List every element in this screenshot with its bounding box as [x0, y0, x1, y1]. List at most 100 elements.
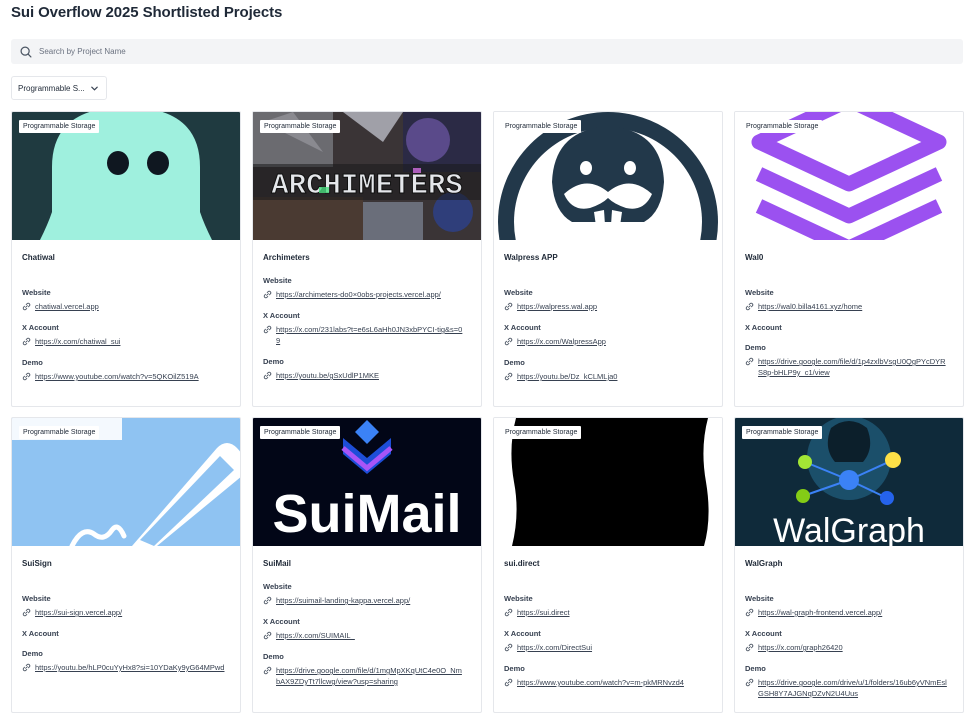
website-link[interactable]: https://walpress.wal.app [517, 301, 707, 312]
link-icon [745, 608, 754, 617]
x-account-label: X Account [745, 629, 782, 638]
link-icon [504, 302, 513, 311]
project-title: SuiMail [263, 559, 292, 568]
project-card-walpress[interactable]: Programmable Storage Walpress APP Websit… [493, 111, 723, 407]
project-card-suimail[interactable]: SuiMail Programmable Storage SuiMail Web… [252, 417, 482, 713]
project-title: Wal0 [745, 253, 764, 262]
x-account-label: X Account [504, 629, 541, 638]
x-account-label: X Account [22, 629, 59, 638]
website-label: Website [504, 288, 533, 297]
website-link[interactable]: https://sui.direct [517, 607, 707, 618]
website-label: Website [504, 594, 533, 603]
website-link[interactable]: https://wal0.billa4161.xyz/home [758, 301, 948, 312]
page-title: Sui Overflow 2025 Shortlisted Projects [11, 4, 283, 21]
project-title: WalGraph [745, 559, 783, 568]
website-label: Website [22, 288, 51, 297]
link-icon [504, 608, 513, 617]
demo-label: Demo [504, 358, 525, 367]
website-label: Website [745, 288, 774, 297]
website-link[interactable]: https://sui-sign.vercel.app/ [35, 607, 225, 618]
x-account-link[interactable]: https://x.com/WalpressApp [517, 336, 707, 347]
demo-link[interactable]: https://drive.google.com/drive/u/1/folde… [758, 677, 948, 699]
demo-link[interactable]: https://www.youtube.com/watch?v=5QKOilZ5… [35, 371, 225, 382]
x-account-label: X Account [263, 311, 300, 320]
demo-link[interactable]: https://drive.google.com/file/d/1p4zxlbV… [758, 356, 948, 378]
project-card-archimeters[interactable]: ARCHIMETERS Programmable Storage Archime… [252, 111, 482, 407]
x-account-label: X Account [22, 323, 59, 332]
archimeters-logo-text: ARCHIMETERS [271, 169, 462, 202]
demo-label: Demo [745, 343, 766, 352]
category-tag: Programmable Storage [501, 426, 582, 439]
demo-label: Demo [263, 357, 284, 366]
x-account-link[interactable]: https://x.com/chatiwal_sui [35, 336, 225, 347]
x-account-link[interactable]: https://x.com/231labs?t=e6sL6aHh0JN3xbPY… [276, 324, 466, 346]
link-icon [263, 596, 272, 605]
project-card-wal0[interactable]: Programmable Storage Wal0 Website https:… [734, 111, 964, 407]
x-account-label: X Account [745, 323, 782, 332]
project-title: Chatiwal [22, 253, 55, 262]
demo-label: Demo [745, 664, 766, 673]
link-icon [745, 302, 754, 311]
link-icon [22, 302, 31, 311]
demo-link[interactable]: https://youtu.be/gSxUdlP1MKE [276, 370, 466, 381]
demo-link[interactable]: https://youtu.be/hLP0cuYyHx8?si=10YDaKy9… [35, 662, 225, 673]
link-icon [22, 608, 31, 617]
x-account-link[interactable]: https://x.com/SUIMAIL_ [276, 630, 466, 641]
suimail-logo-text: SuiMail [272, 484, 461, 544]
walgraph-logo-text: WalGraph [773, 512, 925, 546]
category-tag: Programmable Storage [501, 120, 582, 133]
project-card-walgraph[interactable]: WalGraph Programmable Storage WalGraph W… [734, 417, 964, 713]
website-link[interactable]: https://wal-graph-frontend.vercel.app/ [758, 607, 948, 618]
category-tag: Programmable Storage [742, 426, 823, 439]
link-icon [263, 290, 272, 299]
demo-label: Demo [504, 664, 525, 673]
link-icon [745, 678, 754, 687]
link-icon [504, 337, 513, 346]
x-account-label: X Account [263, 617, 300, 626]
link-icon [504, 643, 513, 652]
website-label: Website [745, 594, 774, 603]
category-tag: Programmable Storage [260, 426, 341, 439]
link-icon [504, 678, 513, 687]
link-icon [504, 372, 513, 381]
demo-label: Demo [263, 652, 284, 661]
category-filter-value: Programmable S... [18, 83, 85, 93]
search-icon [20, 45, 32, 58]
x-account-link[interactable]: https://x.com/DirectSui [517, 642, 707, 653]
category-tag: Programmable Storage [260, 120, 341, 133]
website-label: Website [22, 594, 51, 603]
search-input[interactable] [39, 47, 939, 56]
category-tag: Programmable Storage [742, 120, 823, 133]
link-icon [22, 663, 31, 672]
website-link[interactable]: chatiwal.vercel.app [35, 301, 225, 312]
project-card-chatiwal[interactable]: Programmable Storage Chatiwal Website ch… [11, 111, 241, 407]
link-icon [263, 631, 272, 640]
website-label: Website [263, 276, 292, 285]
category-tag: Programmable Storage [19, 120, 100, 133]
website-label: Website [263, 582, 292, 591]
x-account-link[interactable]: https://x.com/graph26420 [758, 642, 948, 653]
website-link[interactable]: https://archimeters-do0×0obs-projects.ve… [276, 289, 466, 300]
link-icon [263, 325, 272, 334]
link-icon [22, 337, 31, 346]
project-title: sui.direct [504, 559, 540, 568]
project-title: Walpress APP [504, 253, 558, 262]
link-icon [22, 372, 31, 381]
project-card-sui-direct[interactable]: Programmable Storage sui.direct Website … [493, 417, 723, 713]
website-link[interactable]: https://suimail-landing-kappa.vercel.app… [276, 595, 466, 606]
search-bar[interactable] [11, 39, 963, 64]
link-icon [745, 357, 754, 366]
link-icon [745, 643, 754, 652]
demo-link[interactable]: https://youtu.be/Dz_kCLMLja0 [517, 371, 707, 382]
demo-label: Demo [22, 358, 43, 367]
demo-link[interactable]: https://www.youtube.com/watch?v=m-pkMRNv… [517, 677, 707, 688]
link-icon [263, 371, 272, 380]
project-card-suisign[interactable]: Programmable Storage SuiSign Website htt… [11, 417, 241, 713]
chevron-down-icon [91, 86, 98, 91]
category-filter-dropdown[interactable]: Programmable S... [11, 76, 107, 100]
demo-link[interactable]: https://drive.google.com/file/d/1mgMpXKq… [276, 665, 466, 687]
project-title: SuiSign [22, 559, 52, 568]
link-icon [263, 666, 272, 675]
category-tag: Programmable Storage [19, 426, 100, 439]
project-title: Archimeters [263, 253, 310, 262]
